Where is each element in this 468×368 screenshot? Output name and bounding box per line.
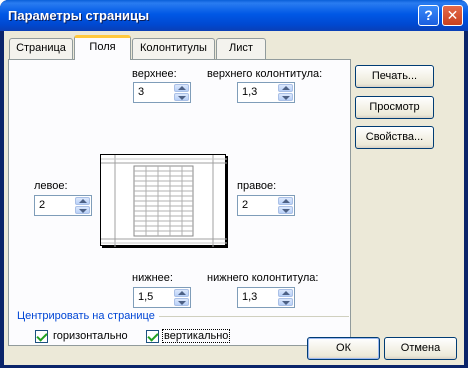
spin-up-icon[interactable] [278, 197, 293, 205]
right-margin-value[interactable]: 2 [242, 199, 248, 211]
tab-sheet[interactable]: Лист [216, 38, 266, 59]
right-margin-label: правое: [237, 180, 277, 192]
cancel-button-label: Отмена [400, 342, 441, 354]
tab-margins-label: Поля [89, 41, 116, 53]
bottom-margin-label: нижнее: [132, 272, 173, 284]
spin-up-icon[interactable] [174, 289, 189, 297]
ok-button-label: ОК [336, 342, 351, 354]
tab-header-footer-label: Колонтитулы [140, 42, 207, 54]
vertical-checkbox[interactable] [146, 330, 159, 343]
preview-button-label: Просмотр [369, 101, 420, 113]
ok-button[interactable]: ОК [307, 337, 380, 360]
spin-up-icon[interactable] [174, 84, 189, 92]
spin-down-icon[interactable] [278, 298, 293, 306]
footer-margin-label: нижнего колонтитула: [207, 272, 319, 284]
tab-sheet-label: Лист [229, 42, 253, 54]
spin-down-icon[interactable] [75, 206, 90, 214]
footer-margin-value[interactable]: 1,3 [242, 291, 257, 303]
horizontal-checkbox[interactable] [35, 330, 48, 343]
footer-margin-spinner[interactable]: 1,3 [237, 287, 295, 308]
close-icon: ✕ [446, 7, 459, 23]
properties-button-label: Свойства... [365, 131, 424, 143]
spin-down-icon[interactable] [174, 298, 189, 306]
bottom-margin-spinner[interactable]: 1,5 [133, 287, 191, 308]
close-button[interactable]: ✕ [442, 5, 463, 26]
spin-down-icon[interactable] [278, 206, 293, 214]
tab-page[interactable]: Страница [9, 38, 73, 59]
top-margin-value[interactable]: 3 [138, 86, 144, 98]
horizontal-checkbox-label[interactable]: горизонтально [53, 330, 128, 342]
vertical-checkbox-label[interactable]: вертикально [162, 329, 231, 343]
header-margin-spinner[interactable]: 1,3 [237, 82, 295, 103]
spin-up-icon[interactable] [278, 289, 293, 297]
print-button[interactable]: Печать... [355, 65, 434, 88]
help-icon: ? [424, 7, 433, 23]
margins-panel: верхнее: 3 верхнего колонтитула: 1,3 лев… [8, 59, 351, 346]
spin-up-icon[interactable] [278, 84, 293, 92]
title-bar[interactable]: Параметры страницы ? ✕ [0, 0, 468, 31]
left-margin-spinner[interactable]: 2 [34, 195, 92, 216]
tab-header-footer[interactable]: Колонтитулы [132, 38, 215, 59]
cancel-button[interactable]: Отмена [384, 337, 457, 360]
tab-margins[interactable]: Поля [74, 35, 131, 60]
help-button[interactable]: ? [418, 5, 439, 26]
bottom-margin-value[interactable]: 1,5 [138, 291, 153, 303]
page-setup-dialog: Параметры страницы ? ✕ Страница Поля Кол… [0, 0, 468, 368]
header-margin-label: верхнего колонтитула: [207, 68, 323, 80]
dialog-client-area: Страница Поля Колонтитулы Лист верхнее: … [4, 31, 464, 365]
left-margin-label: левое: [34, 180, 68, 192]
print-button-label: Печать... [371, 70, 418, 82]
header-margin-value[interactable]: 1,3 [242, 86, 257, 98]
spin-up-icon[interactable] [75, 197, 90, 205]
left-margin-value[interactable]: 2 [39, 199, 45, 211]
tab-page-label: Страница [16, 42, 66, 54]
page-preview [100, 154, 227, 247]
page-preview-graphic [101, 155, 227, 247]
group-divider [159, 316, 349, 317]
top-margin-spinner[interactable]: 3 [133, 82, 191, 103]
top-margin-label: верхнее: [132, 68, 177, 80]
spin-down-icon[interactable] [174, 93, 189, 101]
preview-button[interactable]: Просмотр [355, 96, 434, 119]
center-group-label: Центрировать на странице [17, 310, 155, 322]
spin-down-icon[interactable] [278, 93, 293, 101]
properties-button[interactable]: Свойства... [355, 126, 434, 149]
window-title: Параметры страницы [8, 8, 150, 23]
right-margin-spinner[interactable]: 2 [237, 195, 295, 216]
